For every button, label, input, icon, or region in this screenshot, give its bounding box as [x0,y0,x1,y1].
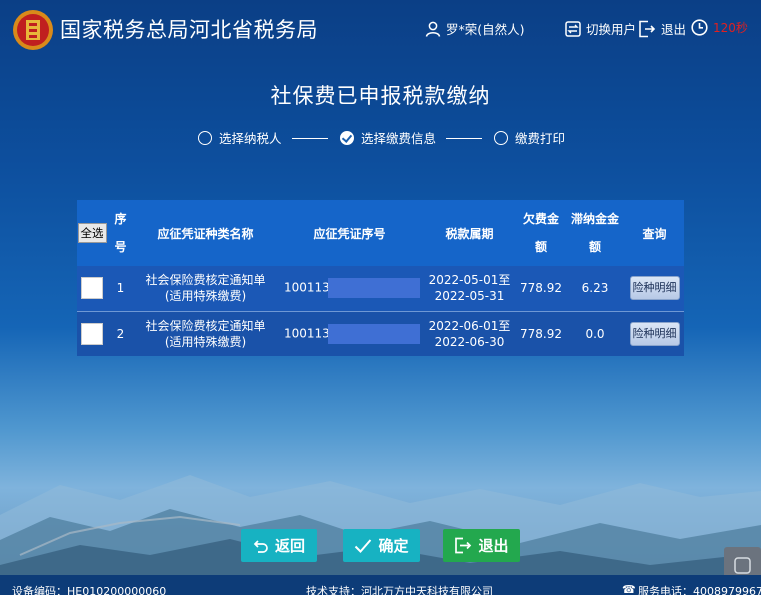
seq-header: 序 号 [107,200,134,266]
redacted-block [327,278,420,299]
select-all-button[interactable]: 全选 [77,223,107,243]
confirm-button[interactable]: 确定 [343,529,420,562]
back-button[interactable]: 返回 [241,529,317,562]
row-seq: 1 [107,266,134,311]
exit-label: 退出 [478,537,509,555]
voucher-prefix: 100113 [284,280,330,295]
step-select-taxpayer: 选择纳税人 [198,128,282,147]
return-arrow-icon [253,539,268,553]
row-type-line2: (适用特殊缴费) [164,334,247,349]
row-type-line1: 社会保险费核定通知单 [145,273,266,288]
row-voucher-no: 100113 [277,266,422,311]
tax-emblem-logo [13,10,53,50]
step-payment-print: 缴费打印 [494,128,565,147]
step-label: 缴费打印 [515,131,566,146]
service-hotline: 服务电话：4008979967 [638,585,761,595]
user-icon [425,21,441,37]
logout-label: 退出 [661,22,687,37]
clock-icon [691,19,708,36]
step-pending-icon [494,130,508,145]
row-voucher-no: 100113 [277,311,422,356]
row-owed: 778.92 [517,311,565,356]
insurance-detail-button[interactable]: 险种明细 [629,276,680,301]
exit-button[interactable]: 退出 [443,529,520,562]
late-header-line2: 额 [588,240,601,254]
row-type: 社会保险费核定通知单 (适用特殊缴费) [134,311,277,356]
countdown-timer: 120秒 [691,19,748,36]
row-type: 社会保险费核定通知单 (适用特殊缴费) [134,266,277,311]
checkmark-icon [355,538,372,553]
redacted-block [327,323,420,344]
step-label: 选择缴费信息 [361,131,437,146]
logout-icon [639,20,656,37]
row-type-line2: (适用特殊缴费) [164,289,247,304]
step-connector [446,138,482,139]
top-header: 国家税务总局河北省税务局 罗*荣(自然人) 切换用户 退出 120秒 [0,0,761,58]
step-pending-icon [198,130,212,145]
owed-header: 欠费金 额 [517,200,565,266]
owed-header-line2: 额 [534,240,547,254]
org-name: 国家税务总局河北省税务局 [60,18,318,42]
row-type-line1: 社会保险费核定通知单 [145,318,266,333]
tech-support: 技术支持：河北万方中天科技有限公司 [306,585,493,595]
select-all-cell: 全选 [77,200,107,266]
countdown-value: 120秒 [713,21,748,35]
row-late-fee: 6.23 [565,266,625,311]
query-header: 查询 [625,200,684,266]
payment-table: 全选 序 号 应征凭证种类名称 应征凭证序号 税款属期 欠费金 额 滞纳金金 额… [77,200,684,356]
logout-button[interactable]: 退出 [638,19,686,38]
late-header-line1: 滞纳金金 [570,212,619,226]
phone-icon: ☎ [622,583,636,595]
voucher-prefix: 100113 [284,326,330,341]
device-code: 设备编码：HE010200000060 [12,585,167,595]
step-label: 选择纳税人 [219,131,282,146]
page-title: 社保费已申报税款缴纳 [270,84,491,108]
voucher-no-header: 应征凭证序号 [277,200,422,266]
row-checkbox[interactable] [81,322,103,345]
period-start: 2022-06-01至 [428,318,511,333]
step-select-payment-info: 选择缴费信息 [340,128,436,147]
table-row: 2 社会保险费核定通知单 (适用特殊缴费) 100113 2022-06-01至… [77,311,684,356]
seq-header-line2: 号 [114,240,127,254]
period-end: 2022-05-31 [434,289,505,304]
row-checkbox[interactable] [81,277,103,300]
switch-user-icon [565,20,581,37]
row-seq: 2 [107,311,134,356]
step-connector [292,138,328,139]
row-period: 2022-06-01至 2022-06-30 [422,311,517,356]
user-info: 罗*荣(自然人) [425,19,525,38]
table-row: 1 社会保险费核定通知单 (适用特殊缴费) 100113 2022-05-01至… [77,266,684,311]
period-header: 税款属期 [422,200,517,266]
confirm-label: 确定 [378,537,409,555]
switch-user-button[interactable]: 切换用户 [565,19,636,38]
step-done-icon [340,130,354,145]
row-late-fee: 0.0 [565,311,625,356]
type-header: 应征凭证种类名称 [134,200,277,266]
insurance-detail-button[interactable]: 险种明细 [629,321,680,346]
mountain-background [0,475,761,595]
exit-icon [455,537,472,554]
back-label: 返回 [274,537,305,555]
progress-steps: 选择纳税人 选择缴费信息 缴费打印 [0,128,761,150]
late-fee-header: 滞纳金金 额 [565,200,625,266]
period-start: 2022-05-01至 [428,273,511,288]
period-end: 2022-06-30 [434,334,505,349]
row-owed: 778.92 [517,266,565,311]
table-header-row: 全选 序 号 应征凭证种类名称 应征凭证序号 税款属期 欠费金 额 滞纳金金 额… [77,200,684,266]
seq-header-line1: 序 [114,212,127,226]
owed-header-line1: 欠费金 [522,212,559,226]
user-name: 罗*荣(自然人) [446,22,525,37]
row-period: 2022-05-01至 2022-05-31 [422,266,517,311]
footer-bar: 设备编码：HE010200000060 技术支持：河北万方中天科技有限公司 ☎ … [0,575,761,595]
switch-user-label: 切换用户 [586,22,637,37]
